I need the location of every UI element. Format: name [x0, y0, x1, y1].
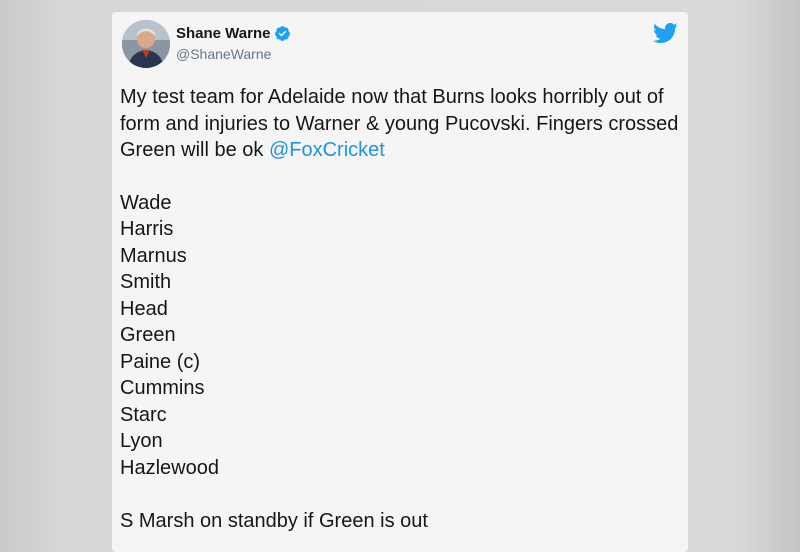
- list-item: Starc: [120, 403, 167, 426]
- list-item: Head: [120, 297, 168, 320]
- list-item: Lyon: [120, 430, 163, 452]
- display-name[interactable]: Shane Warne: [176, 25, 291, 42]
- standby-note: S Marsh on standby if Green is out: [120, 510, 428, 532]
- tweet-text: My test team for Adelaide now that Burns…: [120, 84, 682, 164]
- list-item: Hazlewood: [120, 456, 219, 479]
- twitter-bird-icon[interactable]: [652, 22, 678, 44]
- list-item: Green: [120, 324, 176, 346]
- list-item: Harris: [120, 218, 174, 240]
- tweet-body: My test team for Adelaide now that Burns…: [120, 84, 682, 535]
- mention-link[interactable]: @FoxCricket: [269, 139, 385, 161]
- verified-badge-icon: [274, 25, 291, 42]
- list-item: Smith: [120, 271, 172, 293]
- user-handle[interactable]: @ShaneWarne: [176, 46, 271, 62]
- list-item: Cummins: [120, 377, 205, 399]
- tweet-text-content: My test team for Adelaide now that Burns…: [120, 86, 679, 161]
- tweet-card: Shane Warne @ShaneWarne My test team for…: [112, 12, 688, 552]
- list-item: Paine (c): [120, 350, 201, 373]
- list-item: Marnus: [120, 244, 187, 267]
- list-item: Wade: [120, 191, 172, 214]
- avatar[interactable]: [122, 20, 170, 68]
- player-list: Wade Harris Marnus Smith Head Green Pain…: [120, 190, 682, 482]
- profile-photo-icon: [122, 20, 170, 68]
- display-name-text: Shane Warne: [176, 25, 271, 42]
